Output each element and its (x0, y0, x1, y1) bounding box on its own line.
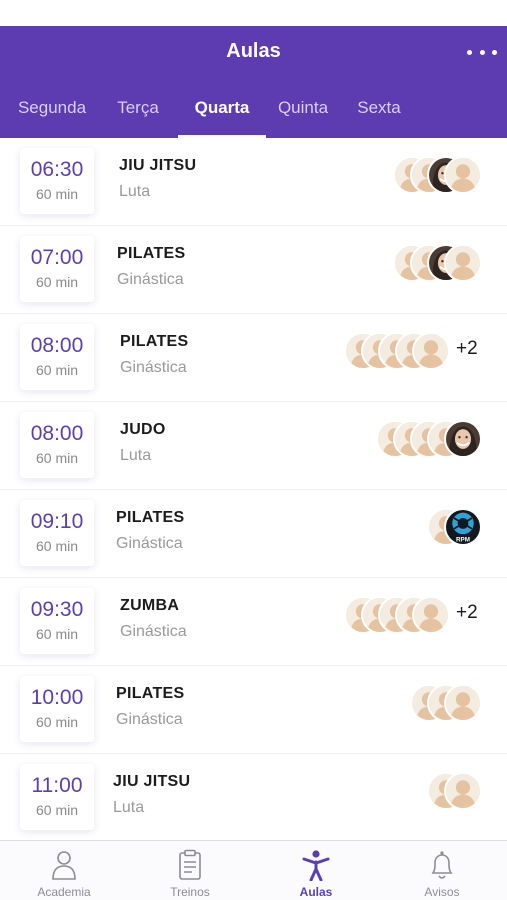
class-category: Ginástica (120, 623, 187, 640)
class-time: 11:00 (31, 774, 83, 797)
class-list: 06:30 60 min JIU JITSU Luta 07:00 60 min PILAT… (0, 138, 507, 840)
class-name: PILATES (117, 245, 186, 262)
class-name: JIU JITSU (119, 157, 197, 174)
attendee-avatars[interactable] (344, 596, 450, 634)
avatar-placeholder-icon (444, 684, 482, 722)
class-row[interactable]: 07:00 60 min PILATES Ginástica (0, 226, 507, 314)
person-arms-up-icon (301, 849, 331, 881)
tab-quinta[interactable]: Quinta (272, 98, 334, 138)
class-row[interactable]: 09:30 60 min ZUMBA Ginástica +2 (0, 578, 507, 666)
tabbar-item-academia[interactable]: Academia (1, 841, 127, 900)
time-card: 11:00 60 min (20, 764, 94, 830)
avatar-placeholder-icon (444, 244, 482, 282)
extra-attendees-count: +2 (456, 338, 478, 359)
class-name: PILATES (120, 333, 189, 350)
class-category: Ginástica (117, 271, 184, 288)
bottom-tab-bar: Academia Treinos Aulas Avisos (0, 840, 507, 900)
status-bar (0, 0, 507, 26)
class-duration: 60 min (35, 186, 79, 202)
class-category: Luta (120, 447, 152, 464)
tab-label: Quarta (194, 98, 250, 117)
extra-attendees-count: +2 (456, 602, 478, 623)
tab-label: Segunda (17, 98, 87, 117)
class-time: 07:00 (30, 246, 84, 269)
class-name: PILATES (116, 509, 185, 526)
class-row[interactable]: 08:00 60 min PILATES Ginástica +2 (0, 314, 507, 402)
class-duration: 60 min (35, 274, 79, 290)
class-name: PILATES (116, 685, 185, 702)
tab-segunda[interactable]: Segunda (6, 98, 98, 138)
attendee-avatars[interactable] (393, 156, 482, 194)
class-duration: 60 min (35, 802, 79, 818)
header-bar: Aulas Segunda Terça Quarta Quinta Sexta (0, 26, 507, 138)
class-time: 06:30 (30, 158, 84, 181)
class-time: 10:00 (30, 686, 84, 709)
tab-label: Sexta (357, 98, 401, 117)
bell-icon (427, 849, 457, 881)
class-row[interactable]: 09:10 60 min PILATES Ginástica RPM (0, 490, 507, 578)
avatar-placeholder-icon (444, 772, 482, 810)
avatar-placeholder-icon (444, 156, 482, 194)
tabbar-item-label: Academia (37, 885, 91, 899)
attendee-avatars[interactable]: RPM (427, 508, 482, 546)
tabbar-item-avisos[interactable]: Avisos (379, 841, 505, 900)
tabbar-item-label: Aulas (299, 885, 333, 899)
class-row[interactable]: 08:00 60 min JUDO Luta (0, 402, 507, 490)
avatar-photo (444, 420, 482, 458)
time-card: 09:30 60 min (20, 588, 94, 654)
attendee-avatars[interactable] (427, 772, 482, 810)
class-duration: 60 min (35, 626, 79, 642)
class-time: 08:00 (30, 422, 84, 445)
tabbar-item-aulas[interactable]: Aulas (253, 841, 379, 900)
time-card: 09:10 60 min (20, 500, 94, 566)
attendee-avatars[interactable] (393, 244, 482, 282)
time-card: 10:00 60 min (20, 676, 94, 742)
class-duration: 60 min (35, 714, 79, 730)
time-card: 06:30 60 min (20, 148, 94, 214)
time-card: 08:00 60 min (20, 412, 94, 478)
time-card: 07:00 60 min (20, 236, 94, 302)
class-duration: 60 min (35, 362, 79, 378)
class-duration: 60 min (35, 450, 79, 466)
attendee-avatars[interactable] (344, 332, 450, 370)
day-tabs: Segunda Terça Quarta Quinta Sexta (0, 92, 507, 138)
class-category: Ginástica (120, 359, 187, 376)
class-time: 08:00 (30, 334, 84, 357)
clipboard-icon (175, 849, 205, 881)
class-row[interactable]: 11:00 60 min JIU JITSU Luta (0, 754, 507, 840)
tab-sexta[interactable]: Sexta (348, 98, 410, 138)
class-duration: 60 min (35, 538, 79, 554)
tabbar-item-label: Avisos (424, 885, 460, 899)
class-name: JIU JITSU (113, 773, 191, 790)
attendee-avatars[interactable] (376, 420, 482, 458)
tab-quarta[interactable]: Quarta (178, 98, 266, 138)
time-card: 08:00 60 min (20, 324, 94, 390)
tab-terça[interactable]: Terça (106, 98, 170, 138)
class-time: 09:30 (30, 598, 84, 621)
avatar-placeholder-icon (412, 596, 450, 634)
avatar-rpm-logo: RPM (444, 508, 482, 546)
tabbar-item-label: Treinos (170, 885, 210, 899)
class-row[interactable]: 06:30 60 min JIU JITSU Luta (0, 138, 507, 226)
person-outline-icon (49, 849, 79, 881)
class-category: Luta (119, 183, 151, 200)
attendee-avatars[interactable] (410, 684, 482, 722)
class-category: Ginástica (116, 535, 183, 552)
tabbar-item-treinos[interactable]: Treinos (127, 841, 253, 900)
avatar-placeholder-icon (412, 332, 450, 370)
tab-label: Terça (117, 98, 159, 117)
more-options-icon[interactable] (467, 40, 497, 64)
svg-text:RPM: RPM (456, 536, 470, 543)
class-name: JUDO (120, 421, 166, 438)
class-name: ZUMBA (120, 597, 180, 614)
class-time: 09:10 (30, 510, 84, 533)
class-row[interactable]: 10:00 60 min PILATES Ginástica (0, 666, 507, 754)
class-category: Luta (113, 799, 145, 816)
tab-label: Quinta (277, 98, 329, 117)
page-title: Aulas (226, 40, 281, 62)
class-category: Ginástica (116, 711, 183, 728)
